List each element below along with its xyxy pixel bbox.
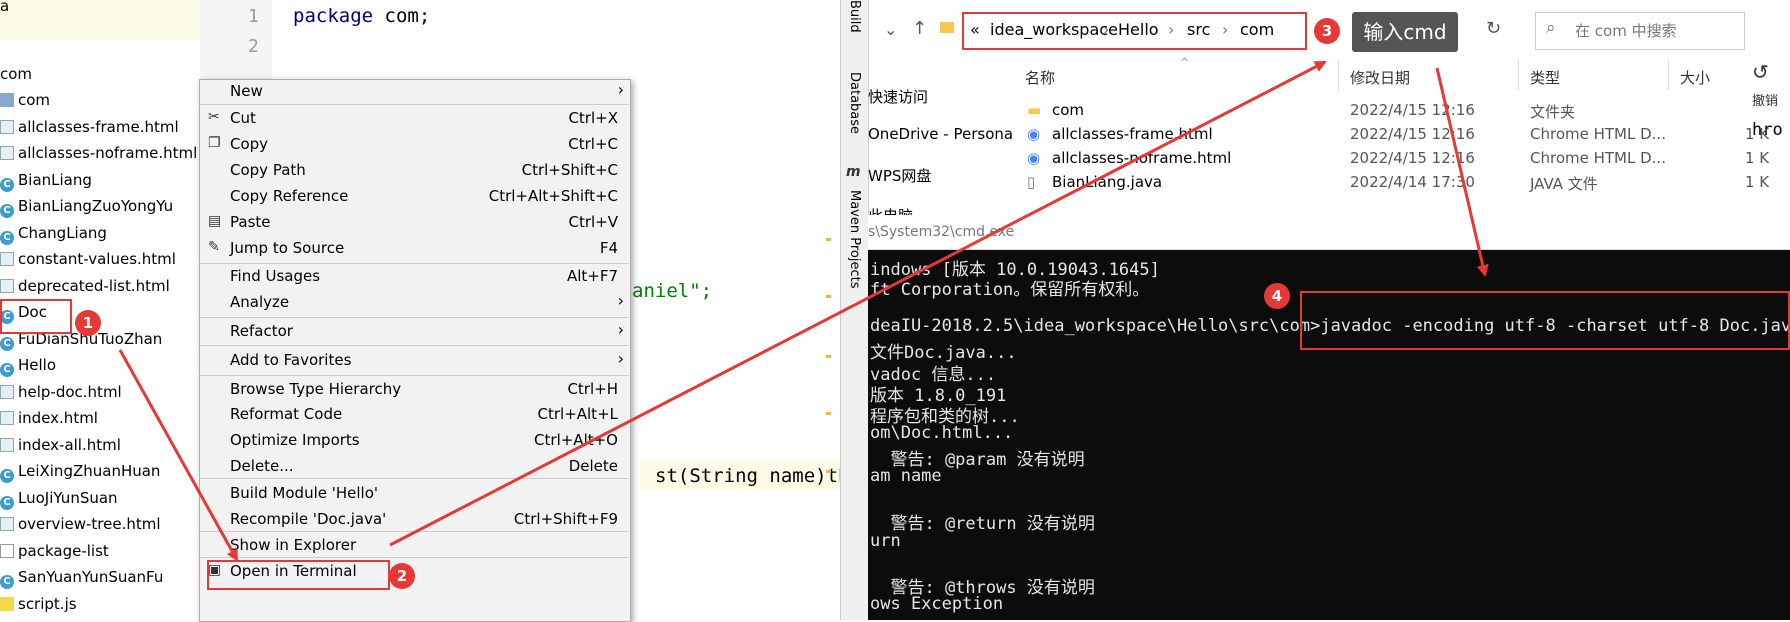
arrow-doc-to-menu xyxy=(118,349,239,562)
arrow-menu-to-addressbar xyxy=(389,60,1327,547)
arrow-tip-to-cmd xyxy=(1435,67,1489,277)
annotation-arrows xyxy=(118,60,1489,562)
